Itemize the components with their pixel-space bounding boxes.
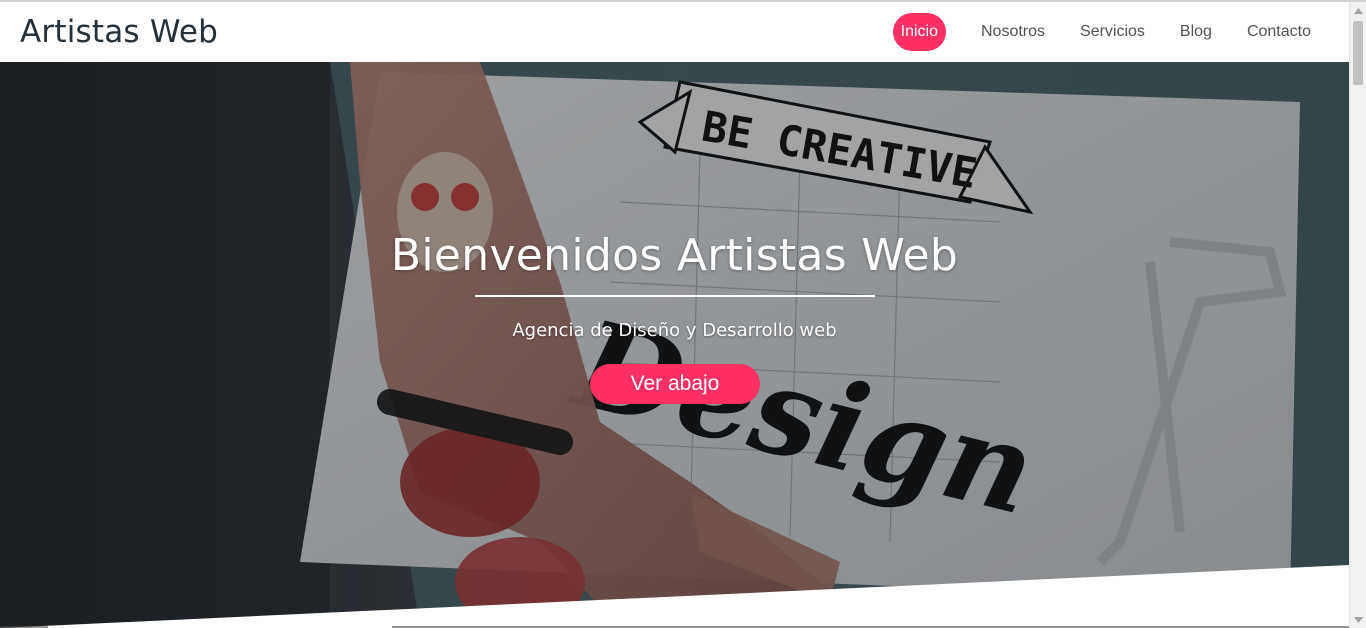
hero-content: Bienvenidos Artistas Web Agencia de Dise…	[0, 62, 1349, 628]
site-logo[interactable]: Artistas Web	[20, 16, 218, 48]
triangle-down-icon[interactable]	[1350, 611, 1366, 628]
nav-item-blog[interactable]: Blog	[1180, 15, 1212, 49]
page: Artistas Web Inicio Nosotros Servicios B…	[0, 0, 1366, 628]
nav-item-inicio[interactable]: Inicio	[892, 13, 946, 51]
nav-item-nosotros[interactable]: Nosotros	[981, 15, 1045, 49]
hero-section: BE CREATIVE Design Bienvenidos Artistas …	[0, 62, 1349, 628]
hero-title: Bienvenidos Artistas Web	[390, 230, 959, 281]
hero-subtitle: Agencia de Diseño y Desarrollo web	[512, 320, 837, 341]
ver-abajo-button[interactable]: Ver abajo	[590, 364, 760, 404]
hero-divider	[475, 295, 875, 297]
nav-item-servicios[interactable]: Servicios	[1080, 15, 1145, 49]
vertical-scrollbar[interactable]	[1349, 2, 1366, 628]
scrollbar-thumb[interactable]	[1353, 21, 1363, 85]
triangle-up-icon[interactable]	[1350, 2, 1366, 19]
site-header: Artistas Web Inicio Nosotros Servicios B…	[0, 2, 1349, 62]
nav-item-contacto[interactable]: Contacto	[1247, 15, 1311, 49]
main-nav: Inicio Nosotros Servicios Blog Contacto	[892, 13, 1311, 51]
